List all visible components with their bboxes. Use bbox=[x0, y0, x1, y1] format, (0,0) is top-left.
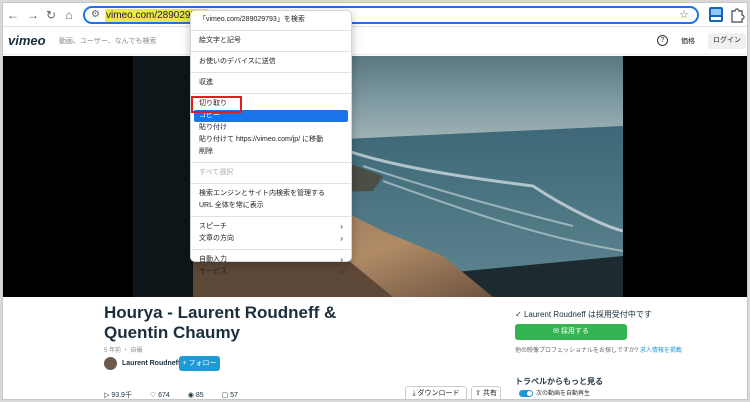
help-icon[interactable]: ? bbox=[657, 35, 668, 46]
likes-stat[interactable]: ♡ 674 bbox=[150, 392, 178, 399]
download-label: ダウンロード bbox=[417, 390, 460, 397]
hire-status: ✓ Laurent Roudneff は採用受付中です bbox=[515, 310, 652, 319]
extension-icon[interactable] bbox=[708, 6, 724, 23]
follow-button[interactable]: + フォロー bbox=[179, 356, 220, 371]
share-label: 共有 bbox=[482, 390, 497, 397]
menu-item[interactable]: 文章の方向 › bbox=[191, 233, 351, 245]
menu-separator bbox=[191, 51, 351, 52]
menu-item[interactable]: URL 全体を常に表示 bbox=[191, 200, 351, 212]
menu-item-label: 絵文字と記号 bbox=[199, 37, 241, 44]
chevron-right-icon: › bbox=[340, 267, 343, 276]
hire-button[interactable]: ✉ 採用する bbox=[515, 324, 627, 340]
menu-separator bbox=[191, 216, 351, 217]
menu-separator bbox=[191, 249, 351, 250]
menu-item-label: コピー bbox=[199, 112, 220, 119]
site-info-icon[interactable]: ⚙ bbox=[91, 9, 100, 20]
menu-item[interactable]: 自動入力 › bbox=[191, 254, 351, 266]
menu-item: すべて選択 bbox=[191, 167, 351, 179]
menu-item-label: サービス bbox=[199, 268, 227, 275]
address-bar[interactable]: ⚙ vimeo.com/289029793 ☆ bbox=[83, 6, 699, 24]
menu-item[interactable]: 絵文字と記号 bbox=[191, 35, 351, 47]
menu-item[interactable]: 削除 bbox=[191, 146, 351, 158]
autoplay-toggle[interactable]: 次の動画を自動再生 bbox=[519, 388, 590, 397]
menu-item-label: 収進 bbox=[199, 79, 213, 86]
menu-item-label: 貼り付け bbox=[199, 124, 227, 131]
menu-item-label: すべて選択 bbox=[199, 169, 234, 176]
menu-item-label: 文章の方向 bbox=[199, 235, 234, 242]
toggle-switch[interactable] bbox=[519, 389, 533, 397]
menu-item[interactable]: お使いのデバイスに送信 bbox=[191, 56, 351, 68]
hire-button-label: 採用する bbox=[560, 328, 589, 335]
menu-item[interactable]: 「vimeo.com/289029793」を検索 bbox=[191, 14, 351, 26]
menu-item[interactable]: 貼り付けて https://vimeo.com/jp/ に移動 bbox=[191, 134, 351, 146]
forward-icon[interactable]: → bbox=[25, 7, 41, 23]
menu-separator bbox=[191, 72, 351, 73]
hire-note: 他の映像プロフェッショナルをお探しですか? 求人情報を掲載 bbox=[515, 345, 682, 354]
browser-toolbar: ← → ↻ ⌂ ⚙ vimeo.com/289029793 ☆ bbox=[3, 3, 747, 27]
hire-note-text: 他の映像プロフェッショナルをお探しですか? bbox=[515, 348, 639, 354]
menu-separator bbox=[191, 162, 351, 163]
hire-status-text: Laurent Roudneff は採用受付中です bbox=[523, 310, 652, 319]
video-player[interactable] bbox=[3, 56, 747, 297]
menu-item-label: 貼り付けて https://vimeo.com/jp/ に移動 bbox=[199, 136, 324, 143]
menu-item-label: 検索エンジンとサイト内検索を管理する bbox=[199, 190, 325, 197]
menu-separator bbox=[191, 93, 351, 94]
menu-separator bbox=[191, 30, 351, 31]
reload-icon[interactable]: ↻ bbox=[43, 7, 59, 23]
menu-item-label: URL 全体を常に表示 bbox=[199, 202, 264, 209]
comments-count: 57 bbox=[230, 392, 238, 399]
star-icon[interactable]: ☆ bbox=[679, 8, 689, 21]
download-button[interactable]: ⤓ ダウンロード bbox=[405, 386, 467, 399]
home-icon[interactable]: ⌂ bbox=[61, 7, 77, 23]
menu-item-label: 削除 bbox=[199, 148, 213, 155]
context-menu: 「vimeo.com/289029793」を検索 絵文字と記号お使いのデバイスに送… bbox=[190, 10, 352, 276]
autoplay-label: 次の動画を自動再生 bbox=[536, 391, 591, 397]
more-from-channel-title: トラベルからもっと見る bbox=[515, 377, 603, 386]
video-stats: ▷ 93.9千 ♡ 674 ◉ 85 ▢ 57 bbox=[104, 390, 254, 399]
collections-count: 85 bbox=[195, 392, 204, 399]
menu-item[interactable]: 収進 bbox=[191, 77, 351, 89]
menu-item[interactable]: 検索エンジンとサイト内検索を管理する bbox=[191, 188, 351, 200]
post-job-link[interactable]: 求人情報を掲載 bbox=[640, 348, 682, 354]
login-button[interactable]: ログイン bbox=[708, 33, 746, 49]
chevron-right-icon: › bbox=[340, 234, 343, 243]
menu-item[interactable]: サービス › bbox=[191, 266, 351, 278]
plays-count: 93.9千 bbox=[111, 392, 132, 399]
likes-count: 674 bbox=[158, 392, 170, 399]
video-title: Hourya - Laurent Roudneff & Quentin Chau… bbox=[104, 303, 337, 342]
browser-window: ← → ↻ ⌂ ⚙ vimeo.com/289029793 ☆ vimeo 動画… bbox=[2, 2, 748, 400]
plays-stat: ▷ 93.9千 bbox=[104, 392, 132, 399]
menu-separator bbox=[191, 183, 351, 184]
menu-item[interactable]: スピーチ › bbox=[191, 221, 351, 233]
menu-item-label: お使いのデバイスに送信 bbox=[199, 58, 276, 65]
extensions-puzzle-icon[interactable] bbox=[729, 6, 745, 23]
back-icon[interactable]: ← bbox=[5, 7, 21, 23]
vimeo-logo[interactable]: vimeo bbox=[8, 33, 46, 48]
comments-stat[interactable]: ▢ 57 bbox=[222, 392, 246, 399]
share-button[interactable]: ⇧ 共有 bbox=[471, 386, 501, 399]
video-meta: 5 年前 ・ 自撮 bbox=[104, 348, 143, 354]
menu-item-label: 自動入力 bbox=[199, 256, 227, 263]
author-name[interactable]: Laurent Roudneff bbox=[122, 360, 180, 367]
site-header: vimeo 動画、ユーザー、なんでも検索 ? 価格 ログイン bbox=[3, 28, 747, 55]
menu-item-label: スピーチ bbox=[199, 223, 227, 230]
annotation-highlight-box bbox=[191, 96, 242, 113]
pricing-link[interactable]: 価格 bbox=[681, 36, 695, 46]
chevron-right-icon: › bbox=[340, 222, 343, 231]
collections-stat[interactable]: ◉ 85 bbox=[188, 392, 212, 399]
menu-item[interactable]: 貼り付け bbox=[191, 122, 351, 134]
avatar[interactable] bbox=[104, 357, 117, 370]
chevron-right-icon: › bbox=[340, 255, 343, 264]
menu-item-label: 「vimeo.com/289029793」を検索 bbox=[199, 16, 305, 23]
